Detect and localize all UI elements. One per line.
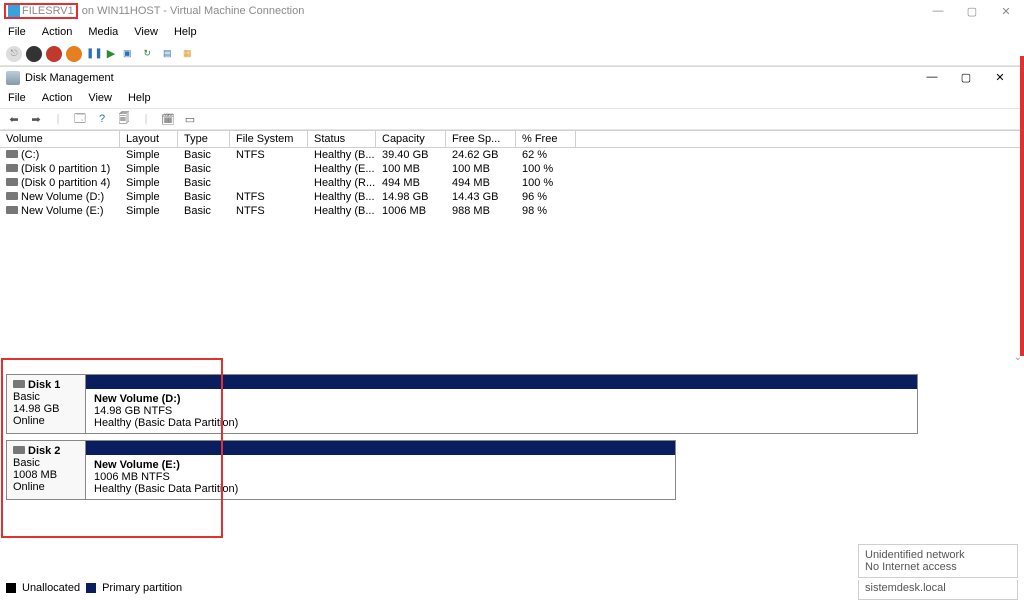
col-type[interactable]: Type — [178, 131, 230, 148]
vm-menu-file[interactable]: File — [8, 26, 26, 38]
shutdown-icon[interactable] — [66, 46, 82, 62]
col-capacity[interactable]: Capacity — [376, 131, 446, 148]
revert-icon[interactable]: ↻ — [139, 46, 155, 62]
legend-primary-swatch — [86, 583, 96, 593]
close-button[interactable]: ✕ — [998, 5, 1014, 18]
disk-header[interactable]: Disk 1Basic14.98 GBOnline — [6, 374, 86, 434]
network-popup[interactable]: Unidentified network No Internet access — [858, 544, 1018, 578]
legend-unallocated-label: Unallocated — [22, 582, 80, 594]
dm-menu-action[interactable]: Action — [42, 92, 73, 104]
dm-toolbar: ⬅ ➡ | 🗔 ? 🗐 | 🗓 ▭ — [0, 108, 1024, 130]
partition-bar — [86, 375, 917, 389]
col-pctfree[interactable]: % Free — [516, 131, 576, 148]
col-volume[interactable]: Volume — [0, 131, 120, 148]
disk-row: Disk 2Basic1008 MBOnlineNew Volume (E:)1… — [6, 440, 1018, 500]
refresh-icon[interactable]: 🗔 — [72, 111, 88, 127]
enhanced-icon[interactable]: ▤ — [159, 46, 175, 62]
settings-icon[interactable]: 🗓 — [160, 111, 176, 127]
forward-icon[interactable]: ➡ — [28, 111, 44, 127]
vm-titlebar: FILESRV1 on WIN11HOST - Virtual Machine … — [0, 0, 1024, 22]
help-icon[interactable]: ? — [94, 111, 110, 127]
vm-icon — [8, 5, 20, 17]
partition[interactable]: New Volume (E:)1006 MB NTFSHealthy (Basi… — [86, 455, 675, 499]
vm-toolbar: ⎋ ❚❚ ▶ ▣ ↻ ▤ ▦ — [0, 42, 1024, 66]
vm-menu-action[interactable]: Action — [42, 26, 73, 38]
back-icon[interactable]: ⬅ — [6, 111, 22, 127]
vm-menu-media[interactable]: Media — [88, 26, 118, 38]
table-row[interactable]: (Disk 0 partition 1)SimpleBasicHealthy (… — [0, 162, 1024, 176]
col-filesystem[interactable]: File System — [230, 131, 308, 148]
dm-titlebar: Disk Management — ▢ ✕ — [0, 66, 1024, 88]
table-row[interactable]: (C:)SimpleBasicNTFSHealthy (B...39.40 GB… — [0, 148, 1024, 162]
dm-title-text: Disk Management — [25, 72, 114, 84]
col-freespace[interactable]: Free Sp... — [446, 131, 516, 148]
properties-icon[interactable]: 🗐 — [116, 111, 132, 127]
partition[interactable]: New Volume (D:)14.98 GB NTFSHealthy (Bas… — [86, 389, 917, 433]
disk-management-icon — [6, 71, 20, 85]
network-line2: No Internet access — [865, 561, 1011, 573]
disk-body: New Volume (E:)1006 MB NTFSHealthy (Basi… — [86, 440, 676, 500]
dm-minimize-button[interactable]: — — [924, 71, 940, 84]
start-icon[interactable] — [26, 46, 42, 62]
table-row[interactable]: (Disk 0 partition 4)SimpleBasicHealthy (… — [0, 176, 1024, 190]
annotation-right-line — [1020, 56, 1024, 356]
checkpoint-icon[interactable]: ▣ — [119, 46, 135, 62]
partition-bar — [86, 441, 675, 455]
dm-close-button[interactable]: ✕ — [992, 71, 1008, 84]
pause-icon[interactable]: ❚❚ — [86, 48, 103, 59]
vm-menu-help[interactable]: Help — [174, 26, 197, 38]
network-line1: Unidentified network — [865, 549, 1011, 561]
col-status[interactable]: Status — [308, 131, 376, 148]
network-popup-2[interactable]: sistemdesk.local — [858, 580, 1018, 600]
scroll-indicator-icon[interactable]: ⌄ — [1014, 352, 1022, 363]
maximize-button[interactable]: ▢ — [964, 5, 980, 18]
legend: Unallocated Primary partition — [6, 582, 182, 594]
legend-primary-label: Primary partition — [102, 582, 182, 594]
dm-menu-file[interactable]: File — [8, 92, 26, 104]
reset-icon[interactable]: ▶ — [107, 47, 115, 60]
vm-title-rest: on WIN11HOST - Virtual Machine Connectio… — [82, 5, 305, 17]
vm-menu-view[interactable]: View — [134, 26, 158, 38]
list-icon[interactable]: ▭ — [182, 111, 198, 127]
volume-table-body: (C:)SimpleBasicNTFSHealthy (B...39.40 GB… — [0, 148, 1024, 218]
disk-header[interactable]: Disk 2Basic1008 MBOnline — [6, 440, 86, 500]
col-layout[interactable]: Layout — [120, 131, 178, 148]
dm-menu-help[interactable]: Help — [128, 92, 151, 104]
minimize-button[interactable]: — — [930, 5, 946, 18]
share-icon[interactable]: ▦ — [179, 46, 195, 62]
table-row[interactable]: New Volume (D:)SimpleBasicNTFSHealthy (B… — [0, 190, 1024, 204]
disk-row: Disk 1Basic14.98 GBOnlineNew Volume (D:)… — [6, 374, 1018, 434]
legend-unallocated-swatch — [6, 583, 16, 593]
vm-name: FILESRV1 — [22, 5, 74, 17]
network-line3: sistemdesk.local — [865, 582, 1011, 594]
dm-menubar: File Action View Help — [0, 88, 1024, 108]
dm-maximize-button[interactable]: ▢ — [958, 71, 974, 84]
volume-table-header: Volume Layout Type File System Status Ca… — [0, 130, 1024, 148]
dm-menu-view[interactable]: View — [88, 92, 112, 104]
table-row[interactable]: New Volume (E:)SimpleBasicNTFSHealthy (B… — [0, 204, 1024, 218]
turnoff-icon[interactable] — [46, 46, 62, 62]
disk-body: New Volume (D:)14.98 GB NTFSHealthy (Bas… — [86, 374, 918, 434]
vm-menubar: File Action Media View Help — [0, 22, 1024, 42]
ctrl-alt-del-icon[interactable]: ⎋ — [6, 46, 22, 62]
